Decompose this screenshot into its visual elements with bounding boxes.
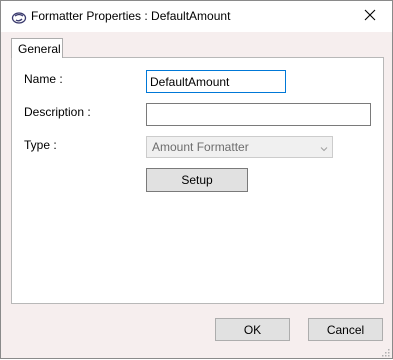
ok-button[interactable]: OK [215,318,290,341]
window-title: Formatter Properties : DefaultAmount [31,9,231,23]
description-label: Description : [24,105,91,119]
general-panel: Name : Description : Type : Amount Forma… [11,57,384,304]
resize-grip-icon[interactable] [380,346,390,357]
type-select-value: Amount Formatter [152,140,249,154]
dialog-window: Formatter Properties : DefaultAmount Gen… [0,0,393,359]
close-button[interactable] [348,1,392,31]
type-label: Type : [24,138,57,152]
cancel-button[interactable]: Cancel [308,318,383,341]
type-select[interactable]: Amount Formatter [146,136,333,158]
setup-button[interactable]: Setup [146,168,248,192]
formatter-app-icon [11,9,27,25]
tab-general[interactable]: General [11,38,63,58]
name-label: Name : [24,72,63,86]
title-bar[interactable]: Formatter Properties : DefaultAmount [1,1,392,32]
tab-general-label: General [18,42,61,56]
name-field[interactable] [146,70,286,93]
close-icon [364,9,376,24]
description-field[interactable] [146,103,371,126]
chevron-down-icon [320,142,328,156]
